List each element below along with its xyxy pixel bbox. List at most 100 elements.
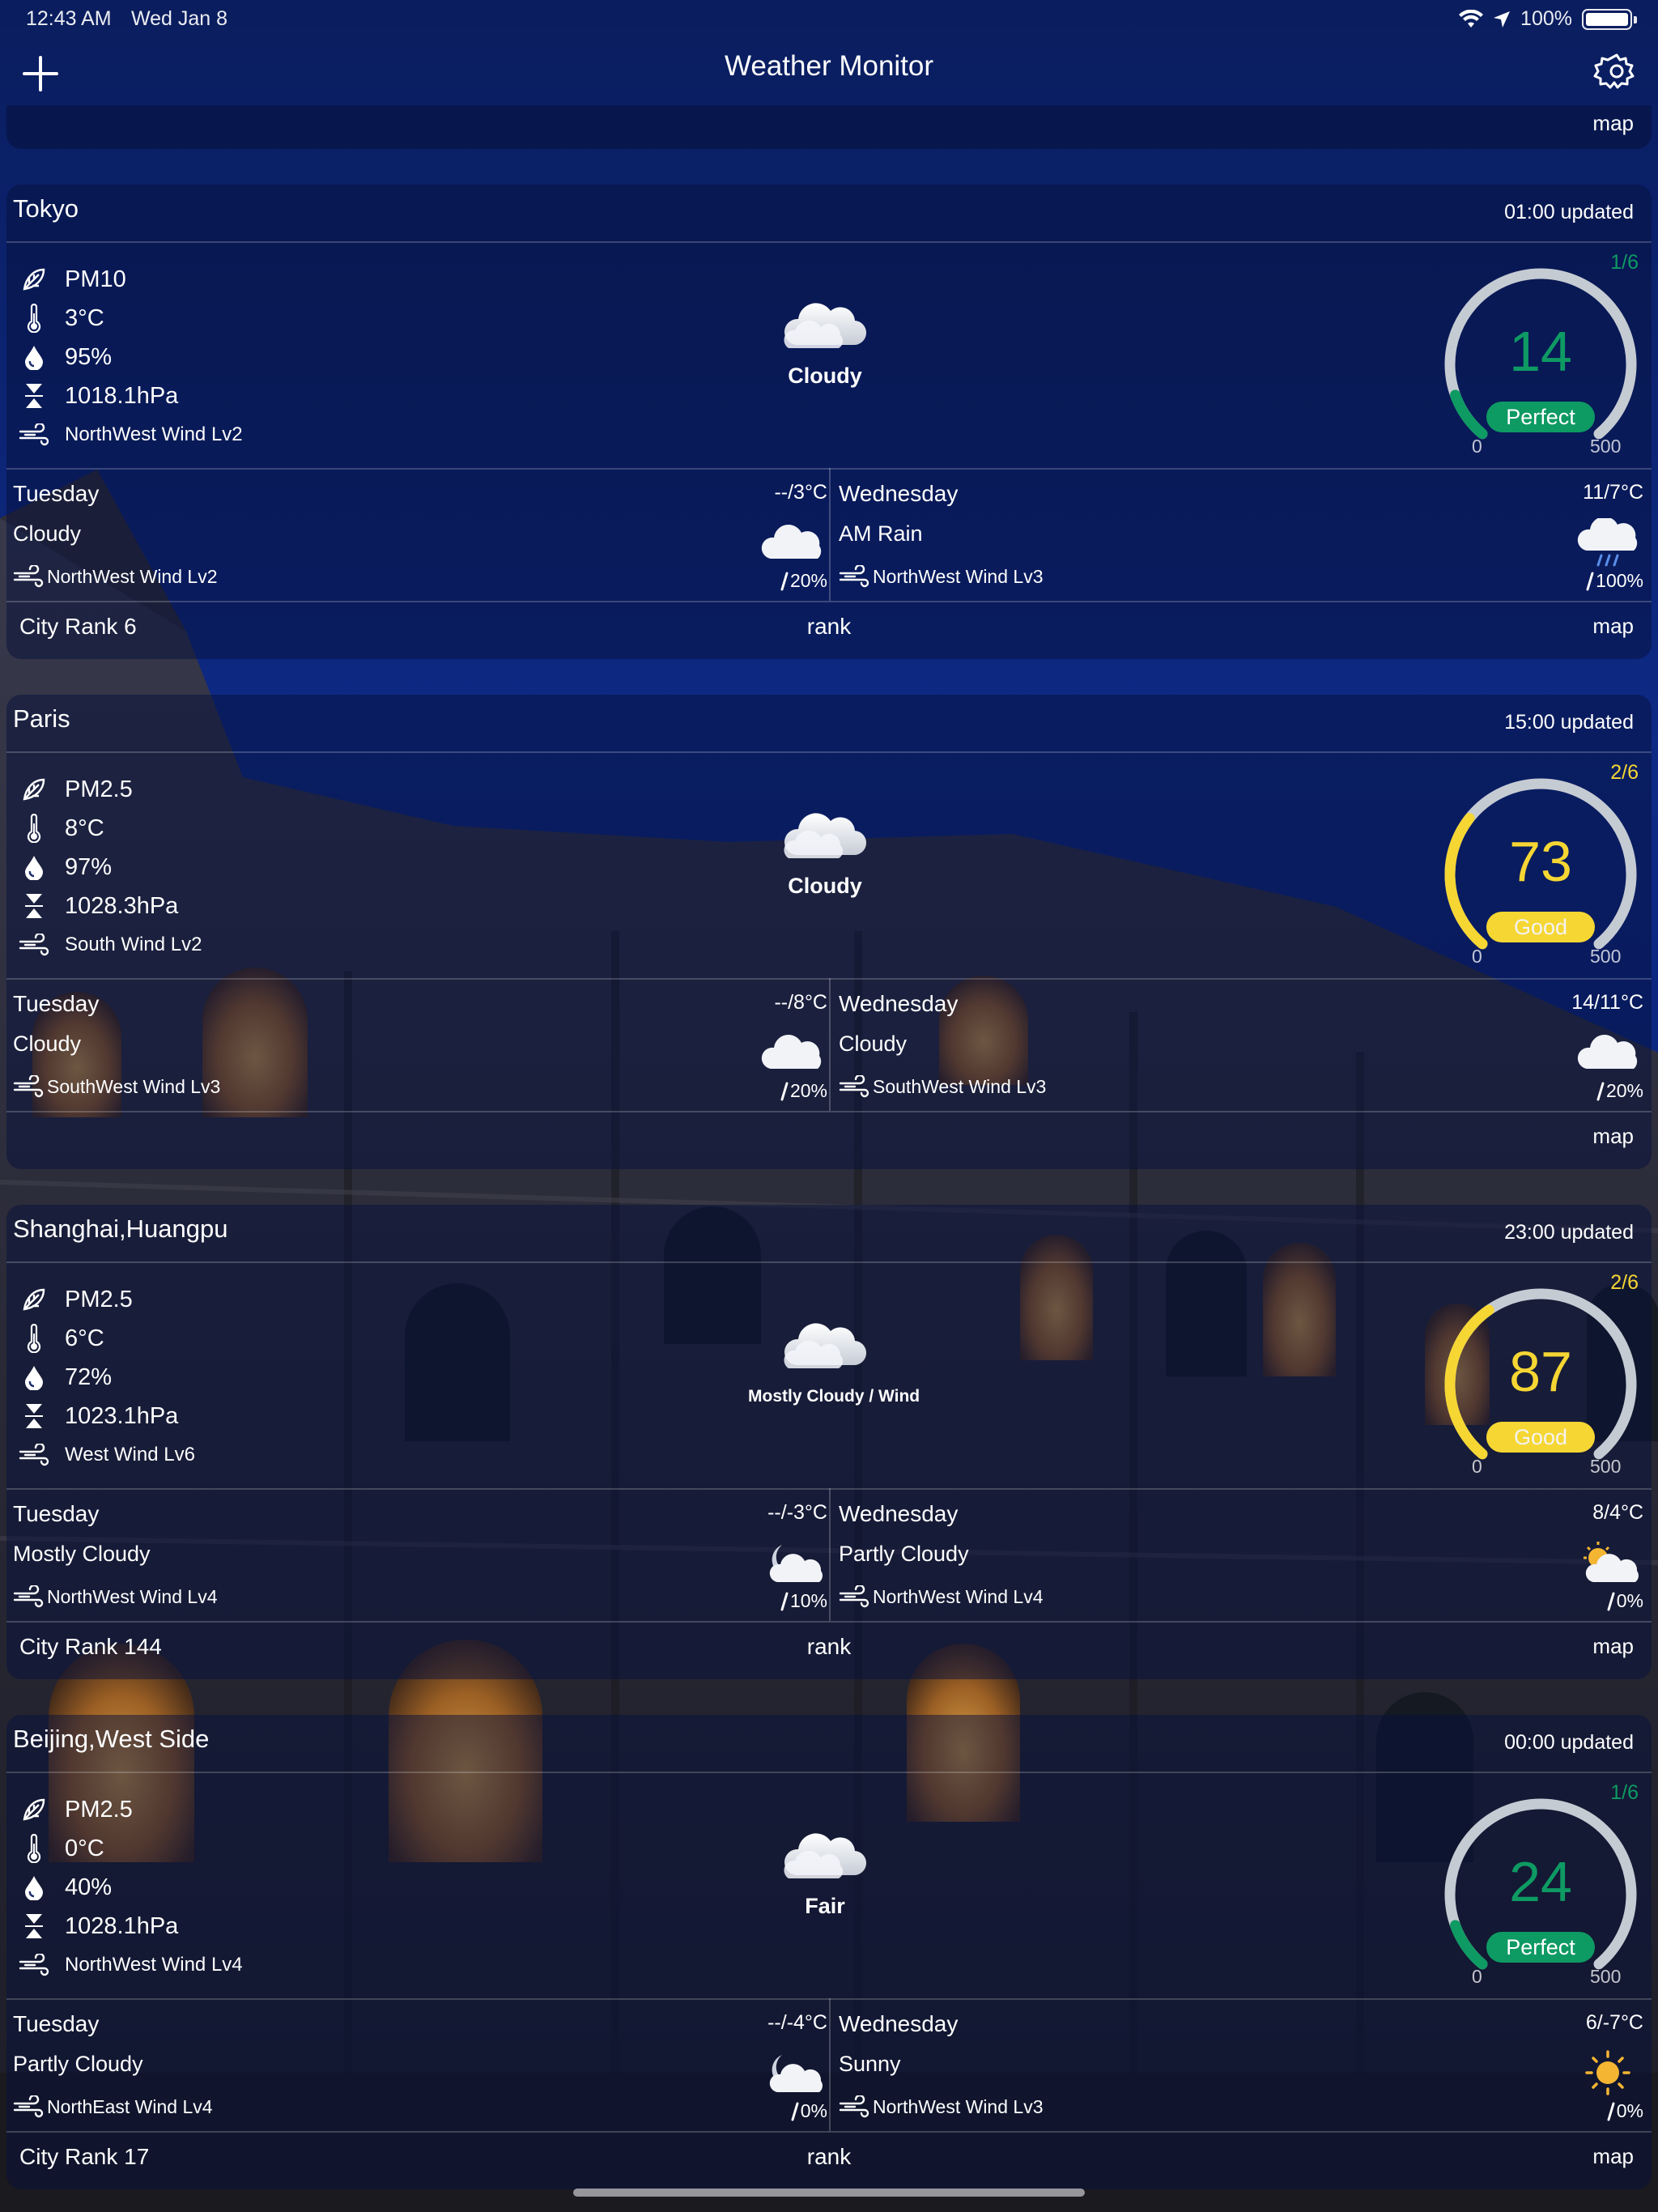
pressure-icon xyxy=(18,1910,50,1942)
forecast-wednesday[interactable]: Wednesday 6/-7°C Sunny NorthWest Wind Lv… xyxy=(839,2000,1643,2129)
aqi-rating-badge: Good xyxy=(1486,1422,1595,1453)
temperature-row: 0°C xyxy=(18,1832,104,1865)
condition-label: Cloudy xyxy=(788,364,862,388)
humidity-value: 72% xyxy=(65,1363,113,1390)
city-card-2[interactable]: Shanghai,Huangpu 23:00 updated PM2.5 6°C… xyxy=(6,1205,1652,1679)
forecast-temp: 8/4°C xyxy=(1592,1501,1643,1524)
city-name: Paris xyxy=(13,704,70,733)
forecast-divider xyxy=(829,1488,831,1621)
humidity-row: 97% xyxy=(18,851,112,883)
gauge-max: 500 xyxy=(1590,946,1622,967)
wind-value: NorthWest Wind Lv4 xyxy=(65,1954,243,1976)
map-link[interactable]: map xyxy=(1592,1634,1634,1659)
leaf-icon xyxy=(18,1793,50,1826)
pressure-value: 1023.1hPa xyxy=(65,1402,179,1429)
rank-link[interactable]: rank xyxy=(6,1634,1652,1660)
forecast-tuesday[interactable]: Tuesday --/3°C Cloudy NorthWest Wind Lv2… xyxy=(13,470,827,599)
aqi-value: 14 xyxy=(1509,320,1572,383)
drop-icon xyxy=(18,341,50,373)
forecast-day: Wednesday xyxy=(839,1501,959,1526)
condition-label: Fair xyxy=(805,1894,845,1918)
forecast-temp: 14/11°C xyxy=(1571,991,1643,1014)
map-link[interactable]: map xyxy=(1592,111,1634,136)
precipitation-value: 20% xyxy=(1605,1080,1643,1101)
leaf-icon xyxy=(18,1283,50,1316)
precipitation-value: 20% xyxy=(789,1080,827,1101)
updated-time: 01:00 updated xyxy=(1504,201,1634,223)
map-link[interactable]: map xyxy=(1592,1124,1634,1149)
forecast-wednesday[interactable]: Wednesday 8/4°C Partly Cloudy NorthWest … xyxy=(839,1490,1643,1619)
forecast-tuesday[interactable]: Tuesday --/-4°C Partly Cloudy NorthEast … xyxy=(13,2000,827,2129)
temperature-row: 3°C xyxy=(18,302,104,334)
city-card-3[interactable]: Beijing,West Side 00:00 updated PM2.5 0°… xyxy=(6,1715,1652,2189)
current-temperature: 3°C xyxy=(65,304,104,331)
wind-icon xyxy=(839,565,869,588)
aqi-gauge[interactable]: 2/6 73 Good 0 500 xyxy=(1431,761,1650,980)
city-name: Shanghai,Huangpu xyxy=(13,1214,228,1243)
drop-icon xyxy=(18,851,50,883)
aqi-value: 73 xyxy=(1509,830,1572,893)
wind-icon xyxy=(18,419,50,451)
aqi-rating-badge: Good xyxy=(1486,912,1595,942)
wind-icon xyxy=(13,1585,44,1608)
pressure-value: 1028.1hPa xyxy=(65,1912,179,1939)
rank-link[interactable]: rank xyxy=(6,614,1652,640)
forecast-tuesday[interactable]: Tuesday --/8°C Cloudy SouthWest Wind Lv3… xyxy=(13,980,827,1109)
settings-button[interactable] xyxy=(1593,48,1640,95)
card-footer: City Rank 17 rank map xyxy=(6,2133,1652,2181)
divider xyxy=(6,751,1652,753)
city-card-0[interactable]: Tokyo 01:00 updated PM10 3°C 95% 1018.1h… xyxy=(6,185,1652,659)
forecast-condition: Sunny xyxy=(839,2052,901,2076)
forecast-wednesday[interactable]: Wednesday 11/7°C AM Rain NorthWest Wind … xyxy=(839,470,1643,599)
divider xyxy=(6,1261,1652,1263)
precipitation: 20% xyxy=(779,570,827,592)
forecast-wind: NorthWest Wind Lv4 xyxy=(13,1585,217,1608)
cloud-icon xyxy=(1577,1035,1638,1069)
current-temperature: 0°C xyxy=(65,1835,104,1861)
moon-cloud-icon xyxy=(769,1545,823,1582)
precipitation-value: 20% xyxy=(789,570,827,591)
forecast-divider xyxy=(829,1998,831,2131)
aqi-gauge[interactable]: 2/6 87 Good 0 500 xyxy=(1431,1271,1650,1490)
forecast-temp: --/-4°C xyxy=(767,2011,827,2034)
map-link[interactable]: map xyxy=(1592,2144,1634,2169)
precipitation-value: 10% xyxy=(789,1590,827,1611)
divider xyxy=(6,1772,1652,1773)
current-condition: Fair xyxy=(748,1828,902,1919)
aqi-gauge[interactable]: 1/6 14 Perfect 0 500 xyxy=(1431,251,1650,470)
cloud-icon xyxy=(761,525,822,559)
condition-label: Mostly Cloudy / Wind xyxy=(748,1387,920,1406)
wind-icon xyxy=(13,1075,44,1098)
leaf-icon xyxy=(18,263,50,296)
pressure-value: 1018.1hPa xyxy=(65,382,179,409)
city-card-1[interactable]: Paris 15:00 updated PM2.5 8°C 97% 1028.3… xyxy=(6,695,1652,1169)
forecast-condition: AM Rain xyxy=(839,521,923,546)
forecast-wind: NorthWest Wind Lv3 xyxy=(839,2095,1043,2118)
current-temperature: 6°C xyxy=(65,1325,104,1351)
city-name: Beijing,West Side xyxy=(13,1725,210,1753)
raindrop-icon xyxy=(780,572,789,590)
updated-time: 23:00 updated xyxy=(1504,1221,1634,1244)
forecast-day: Tuesday xyxy=(13,991,100,1016)
wind-icon xyxy=(18,929,50,961)
aqi-value: 87 xyxy=(1509,1340,1572,1403)
aqi-gauge[interactable]: 1/6 24 Perfect 0 500 xyxy=(1431,1781,1650,2000)
condition-label: Cloudy xyxy=(788,874,862,898)
map-link[interactable]: map xyxy=(1592,614,1634,639)
humidity-row: 72% xyxy=(18,1361,112,1393)
cloud-icon xyxy=(761,1035,822,1069)
precipitation: 0% xyxy=(1605,2100,1643,2122)
raindrop-icon xyxy=(1586,572,1594,590)
forecast-tuesday[interactable]: Tuesday --/-3°C Mostly Cloudy NorthWest … xyxy=(13,1490,827,1619)
cloud-icon xyxy=(784,813,867,858)
drop-icon xyxy=(18,1871,50,1904)
forecast-condition: Partly Cloudy xyxy=(13,2052,143,2076)
rank-link[interactable]: rank xyxy=(6,2144,1652,2170)
forecast-temp: 6/-7°C xyxy=(1585,2011,1643,2034)
sun-cloud-icon xyxy=(1584,1542,1639,1582)
current-condition: Cloudy xyxy=(748,808,902,899)
forecast-wednesday[interactable]: Wednesday 14/11°C Cloudy SouthWest Wind … xyxy=(839,980,1643,1109)
forecast-wind: NorthWest Wind Lv3 xyxy=(839,565,1043,588)
status-right: 100% xyxy=(1459,7,1637,31)
forecast-wind-text: SouthWest Wind Lv3 xyxy=(873,1075,1047,1097)
